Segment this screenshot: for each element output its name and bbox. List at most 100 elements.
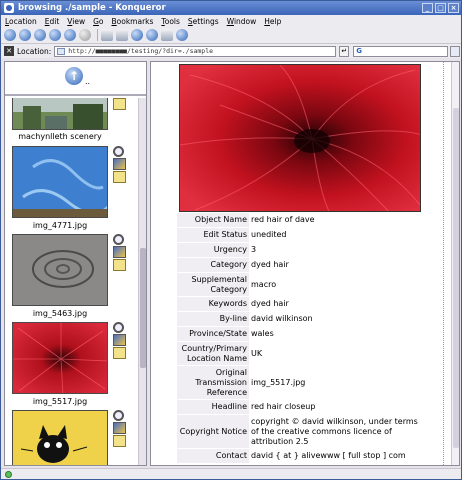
- menu-help[interactable]: Help: [264, 17, 281, 26]
- content-divider: [443, 62, 444, 465]
- metadata-key: Copyright Notice: [177, 415, 249, 448]
- table-row: Edit Status unedited: [177, 227, 427, 242]
- list-item[interactable]: img_5463.jpg: [5, 234, 138, 322]
- location-url: http://■■■■■■■■/testing/?dir=./sample: [68, 46, 214, 55]
- thumbnail-list: machynlleth scenery img_4771.jpg img_546…: [5, 98, 138, 465]
- stop-icon[interactable]: [79, 29, 91, 41]
- go-button[interactable]: ↵: [339, 45, 350, 57]
- metadata-key: Object Name: [177, 213, 249, 227]
- table-row: Category dyed hair: [177, 257, 427, 272]
- close-button[interactable]: ×: [448, 3, 459, 13]
- zoom-out-icon[interactable]: [146, 29, 158, 41]
- scrollbar-thumb[interactable]: [140, 248, 146, 368]
- view-icon[interactable]: [113, 322, 124, 333]
- location-bar: ✕ Location: http://■■■■■■■■/testing/?dir…: [1, 44, 461, 58]
- scrollbar-thumb[interactable]: [453, 108, 459, 448]
- lock-icon[interactable]: [161, 29, 173, 41]
- metadata-key: Contact: [177, 449, 249, 463]
- up-arrow-icon[interactable]: ↑: [65, 67, 83, 85]
- metadata-value: unedited: [251, 230, 287, 239]
- notes-icon[interactable]: [113, 435, 126, 447]
- status-bar: [1, 468, 461, 479]
- location-input[interactable]: http://■■■■■■■■/testing/?dir=./sample: [54, 45, 337, 57]
- clear-location-icon[interactable]: ✕: [4, 46, 14, 56]
- thumbnail-image[interactable]: [12, 234, 108, 306]
- list-item[interactable]: [5, 410, 138, 465]
- thumbnail-label[interactable]: img_5517.jpg: [5, 397, 115, 406]
- thumbnail-scrollbar[interactable]: [138, 98, 146, 465]
- print-icon[interactable]: [101, 29, 113, 41]
- thumbnail-actions: [113, 146, 129, 184]
- detail-scrollbar[interactable]: [451, 62, 459, 465]
- window-title: browsing ./sample - Konqueror: [18, 3, 166, 13]
- globe-icon[interactable]: [176, 29, 188, 41]
- thumbnail-image[interactable]: [12, 322, 108, 394]
- view-icon[interactable]: [113, 146, 124, 157]
- image-detail-panel: Object Name red hair of dave Edit Status…: [150, 61, 460, 466]
- list-item[interactable]: img_4771.jpg: [5, 146, 138, 234]
- iptc-metadata-table: Object Name red hair of dave Edit Status…: [177, 212, 427, 463]
- thumbnail-label[interactable]: img_5463.jpg: [5, 309, 115, 318]
- metadata-value: img_5517.jpg: [251, 377, 306, 387]
- menu-settings[interactable]: Settings: [188, 17, 219, 26]
- metadata-key: Edit Status: [177, 228, 249, 242]
- menu-edit[interactable]: Edit: [45, 17, 60, 26]
- metadata-key: Country/Primary Location Name: [177, 342, 249, 365]
- parent-directory-label[interactable]: ..: [85, 77, 90, 86]
- konqueror-app-icon[interactable]: [4, 3, 14, 13]
- thumbnail-label[interactable]: img_4771.jpg: [5, 221, 115, 230]
- menu-tools[interactable]: Tools: [161, 17, 179, 26]
- metadata-key: Original Transmission Reference: [177, 366, 249, 399]
- image-info-icon[interactable]: [113, 334, 126, 346]
- table-row: Copyright Notice copyright © david wilki…: [177, 414, 427, 448]
- title-bar[interactable]: browsing ./sample - Konqueror _ □ ×: [1, 1, 461, 15]
- metadata-value: dyed hair: [251, 260, 289, 269]
- parent-directory-link[interactable]: ↑ ..: [5, 62, 146, 96]
- view-icon[interactable]: [113, 234, 124, 245]
- notes-icon[interactable]: [113, 171, 126, 183]
- metadata-key: Headline: [177, 400, 249, 414]
- security-icon[interactable]: [116, 29, 128, 41]
- search-options-button[interactable]: [450, 45, 461, 57]
- zoom-in-icon[interactable]: [131, 29, 143, 41]
- home-icon[interactable]: [49, 29, 61, 41]
- list-item[interactable]: machynlleth scenery: [5, 98, 138, 144]
- metadata-key: Province/State: [177, 327, 249, 341]
- main-image[interactable]: [179, 64, 421, 212]
- menu-window[interactable]: Window: [227, 17, 257, 26]
- forward-icon[interactable]: [19, 29, 31, 41]
- konqueror-window: browsing ./sample - Konqueror _ □ × Loca…: [0, 0, 462, 480]
- thumbnail-label[interactable]: machynlleth scenery: [5, 132, 115, 141]
- menu-view[interactable]: View: [67, 17, 85, 26]
- notes-icon[interactable]: [113, 259, 126, 271]
- metadata-value: red hair closeup: [251, 402, 316, 411]
- table-row: Keywords dyed hair: [177, 296, 427, 311]
- menu-go[interactable]: Go: [93, 17, 103, 26]
- table-row: By-line david wilkinson: [177, 311, 427, 326]
- metadata-value: wales: [251, 329, 274, 338]
- thumbnail-image[interactable]: [12, 98, 108, 130]
- thumbnail-image[interactable]: [12, 410, 108, 465]
- up-icon[interactable]: [34, 29, 46, 41]
- maximize-button[interactable]: □: [435, 3, 446, 13]
- table-row: Object Name red hair of dave: [177, 212, 427, 227]
- metadata-key: Urgency: [177, 243, 249, 257]
- menu-location[interactable]: Location: [5, 17, 37, 26]
- back-icon[interactable]: [4, 29, 16, 41]
- image-info-icon[interactable]: [113, 246, 126, 258]
- main-toolbar: [1, 27, 461, 44]
- notes-icon[interactable]: [113, 347, 126, 359]
- notes-icon[interactable]: [113, 98, 126, 110]
- metadata-value: macro: [251, 279, 277, 289]
- list-item[interactable]: img_5517.jpg: [5, 322, 138, 410]
- thumbnail-actions: [113, 410, 129, 448]
- image-info-icon[interactable]: [113, 158, 126, 170]
- view-icon[interactable]: [113, 410, 124, 421]
- reload-icon[interactable]: [64, 29, 76, 41]
- menu-bookmarks[interactable]: Bookmarks: [112, 17, 154, 26]
- thumbnail-image[interactable]: [12, 146, 108, 218]
- minimize-button[interactable]: _: [422, 3, 433, 13]
- image-info-icon[interactable]: [113, 422, 126, 434]
- table-row: Country/Primary Location Name UK: [177, 341, 427, 365]
- web-search-input[interactable]: G: [353, 45, 449, 57]
